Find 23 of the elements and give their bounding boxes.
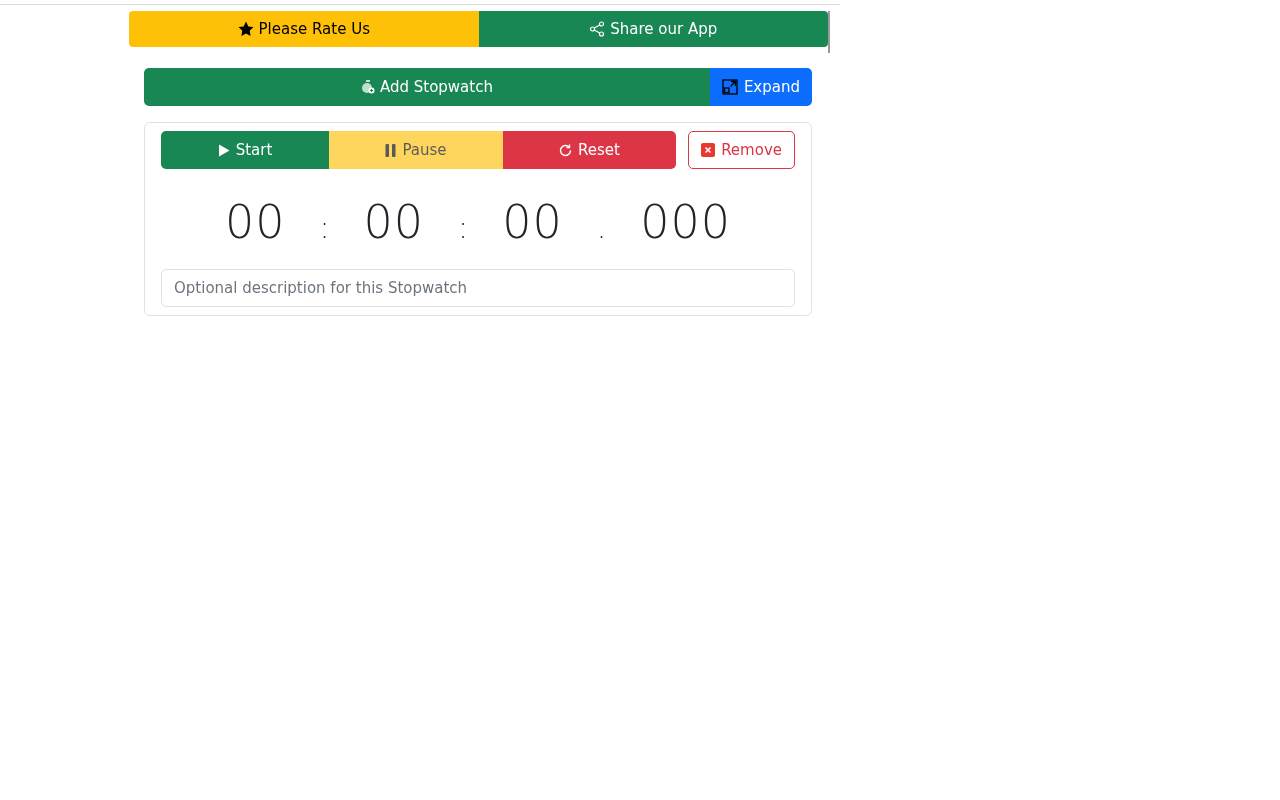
time-separator: .	[596, 210, 607, 245]
share-icon	[589, 21, 606, 37]
star-icon	[237, 21, 254, 37]
reset-button[interactable]: Reset	[503, 131, 676, 169]
reset-icon	[559, 143, 573, 157]
rate-button[interactable]: Please Rate Us	[129, 11, 479, 47]
expand-button[interactable]: Expand	[709, 68, 812, 106]
description-field[interactable]: Optional description for this Stopwatch	[161, 269, 795, 307]
time-separator: :	[319, 210, 330, 245]
share-button[interactable]: Share our App	[478, 11, 828, 47]
stopwatch-icon	[360, 80, 375, 94]
play-icon	[217, 143, 230, 157]
time-digits: 00	[502, 195, 563, 249]
pause-icon	[385, 143, 397, 157]
time-digits: 00	[363, 195, 425, 249]
start-button[interactable]: Start	[161, 131, 329, 169]
expand-icon	[721, 79, 738, 95]
add-stopwatch-button[interactable]: Add Stopwatch	[144, 68, 710, 106]
close-icon	[701, 143, 716, 157]
time-digits: 000	[640, 195, 732, 249]
remove-button[interactable]: Remove	[688, 131, 795, 169]
time-separator: :	[458, 210, 469, 245]
time-digits: 00	[224, 195, 286, 249]
